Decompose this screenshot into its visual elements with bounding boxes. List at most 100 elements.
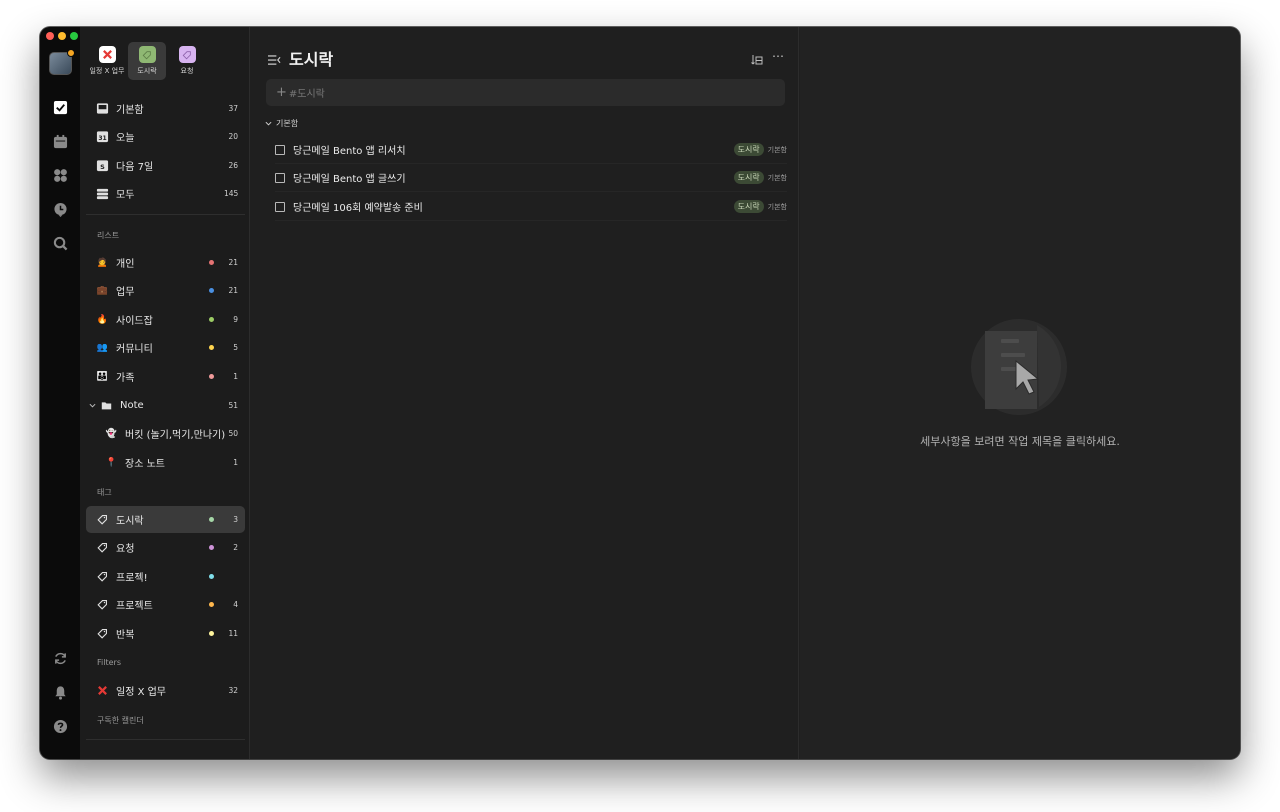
sidebar-item-side-job[interactable]: 🔥 사이드잡 9 — [86, 306, 245, 333]
sidebar-item-inbox[interactable]: 기본함 37 — [86, 95, 245, 122]
chevron-down-icon — [265, 121, 272, 126]
sidebar-item-label: Note — [120, 400, 144, 411]
tag-icon — [96, 627, 109, 640]
sidebar-item-family[interactable]: 👪 가족 1 — [86, 363, 245, 390]
pin-label: 일정 X 업무 — [89, 67, 125, 75]
search-icon[interactable] — [52, 235, 68, 251]
count: 20 — [228, 132, 238, 141]
sidebar-item-work[interactable]: 💼 업무 21 — [86, 277, 245, 304]
pinned-tag-dosirak[interactable]: 도시락 — [128, 42, 166, 80]
sidebar-item-label: 장소 노트 — [125, 459, 165, 470]
color-dot — [209, 288, 214, 293]
habit-clock-icon[interactable] — [52, 201, 68, 217]
sync-icon[interactable] — [52, 650, 68, 666]
sidebar-item-personal[interactable]: 🙍 개인 21 — [86, 249, 245, 276]
sidebar-toggle-icon[interactable] — [268, 51, 281, 65]
task-row[interactable]: 당근메일 Bento 앱 리서치 도시락 기본함 — [275, 136, 787, 164]
sort-icon[interactable] — [751, 51, 763, 65]
task-row[interactable]: 당근메일 106회 예약발송 준비 도시락 기본함 — [275, 193, 787, 221]
bell-icon[interactable] — [52, 684, 68, 700]
calendar-icon[interactable] — [52, 133, 68, 149]
close-window-button[interactable] — [46, 32, 54, 40]
count: 21 — [228, 258, 238, 267]
count: 4 — [233, 600, 238, 609]
sidebar-item-label: 기본함 — [116, 105, 144, 116]
sidebar-item-tag-dosirak[interactable]: 도시락 3 — [86, 506, 245, 533]
x-mark-icon — [98, 46, 116, 63]
task-checkbox[interactable] — [275, 201, 285, 212]
divider — [86, 214, 245, 215]
add-task-input[interactable]: + #도시락 — [266, 79, 785, 106]
task-list-name: 기본함 — [767, 173, 787, 182]
app-window: 일정 X 업무 도시락 요청 기본함 37 31 오늘 20 S 다음 7일 2… — [40, 27, 1240, 759]
sidebar-item-today[interactable]: 31 오늘 20 — [86, 123, 245, 150]
sidebar-item-next-7-days[interactable]: S 다음 7일 26 — [86, 152, 245, 179]
task-tag[interactable]: 도시락 — [733, 171, 764, 184]
empty-state-message: 세부사항을 보려면 작업 제목을 클릭하세요. — [920, 435, 1120, 448]
minimize-window-button[interactable] — [58, 32, 66, 40]
fire-emoji-icon: 🔥 — [96, 314, 109, 325]
pin-label: 도시락 — [137, 67, 157, 75]
plus-icon: + — [276, 85, 287, 100]
tag-icon — [96, 598, 109, 611]
help-icon[interactable] — [52, 718, 68, 734]
group-header-inbox[interactable]: 기본함 — [265, 118, 298, 129]
chevron-down-icon — [88, 399, 97, 412]
sidebar-item-label: 업무 — [116, 287, 135, 298]
task-detail-pane: 세부사항을 보려면 작업 제목을 클릭하세요. — [800, 27, 1240, 759]
sidebar-item-tag-request[interactable]: 요청 2 — [86, 534, 245, 561]
sidebar-item-community[interactable]: 👥 커뮤니티 5 — [86, 334, 245, 361]
task-title[interactable]: 당근메일 106회 예약발송 준비 — [293, 199, 734, 214]
add-task-placeholder: #도시락 — [288, 89, 325, 100]
color-dot — [209, 517, 214, 522]
sidebar-folder-note[interactable]: Note 51 — [86, 392, 245, 419]
tag-icon — [178, 46, 196, 63]
tasks-checkbox-icon[interactable] — [52, 99, 68, 115]
person-emoji-icon: 🙍 — [96, 257, 109, 268]
count: 50 — [228, 429, 238, 438]
task-checkbox[interactable] — [275, 172, 285, 183]
pinned-tag-request[interactable]: 요청 — [168, 42, 206, 80]
sidebar-item-tag-project-short[interactable]: 프로젝! — [86, 563, 245, 590]
color-dot — [209, 545, 214, 550]
section-header-calendars: 구독한 캘린더 — [97, 716, 144, 725]
sidebar-item-tag-repeat[interactable]: 반복 11 — [86, 620, 245, 647]
task-checkbox[interactable] — [275, 144, 285, 155]
task-tag[interactable]: 도시락 — [733, 200, 764, 213]
task-list-name: 기본함 — [767, 145, 787, 154]
count: 1 — [233, 372, 238, 381]
sidebar-item-tag-project[interactable]: 프로젝트 4 — [86, 591, 245, 618]
ghost-emoji-icon: 👻 — [105, 428, 118, 439]
task-row[interactable]: 당근메일 Bento 앱 글쓰기 도시락 기본함 — [275, 164, 787, 192]
family-emoji-icon: 👪 — [96, 371, 109, 382]
tag-icon — [96, 513, 109, 526]
icon-rail — [40, 27, 80, 759]
count: 2 — [233, 543, 238, 552]
sidebar-item-place-note[interactable]: 📍 장소 노트 1 — [86, 449, 245, 476]
count: 37 — [228, 104, 238, 113]
sidebar-item-filter-schedule-work[interactable]: 일정 X 업무 32 — [86, 677, 245, 704]
matrix-icon[interactable] — [52, 167, 68, 183]
task-tag[interactable]: 도시락 — [733, 143, 764, 156]
count: 145 — [224, 189, 239, 198]
task-title[interactable]: 당근메일 Bento 앱 리서치 — [293, 142, 734, 157]
task-title[interactable]: 당근메일 Bento 앱 글쓰기 — [293, 170, 734, 185]
sidebar-item-label: 모두 — [116, 190, 135, 201]
people-emoji-icon: 👥 — [96, 342, 109, 353]
count: 32 — [228, 686, 238, 695]
count: 3 — [233, 515, 238, 524]
sidebar-item-bucket[interactable]: 👻 버킷 (놀기,먹기,만나기) 50 — [86, 420, 245, 447]
count: 26 — [228, 161, 238, 170]
svg-text:S: S — [100, 163, 105, 171]
section-header-tags: 태그 — [97, 488, 112, 497]
pinned-filter-schedule-work[interactable]: 일정 X 업무 — [88, 42, 126, 80]
sidebar-item-label: 프로젝트 — [116, 601, 153, 612]
count: 51 — [228, 401, 238, 410]
notification-badge — [67, 49, 75, 57]
task-list-name: 기본함 — [767, 202, 787, 211]
sidebar-item-label: 개인 — [116, 259, 135, 270]
more-options-icon[interactable]: ⋯ — [772, 49, 785, 63]
window-controls — [46, 32, 78, 40]
sidebar-item-all[interactable]: 모두 145 — [86, 180, 245, 207]
zoom-window-button[interactable] — [70, 32, 78, 40]
